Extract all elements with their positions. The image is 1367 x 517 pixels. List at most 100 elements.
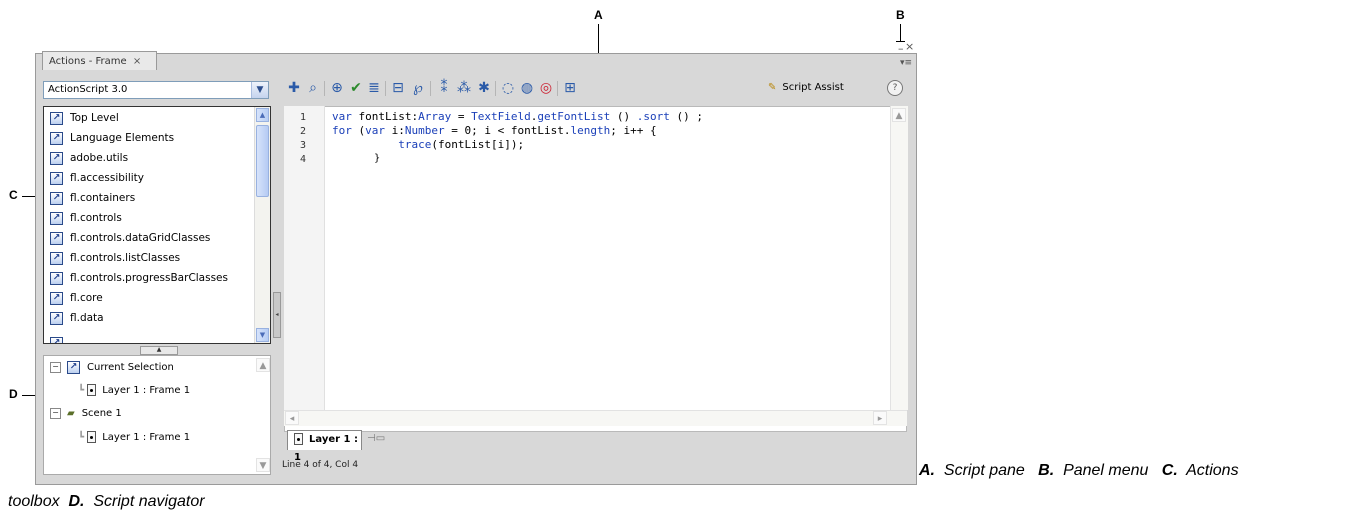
toolbox-item-fl-containers[interactable]: ↗ fl.containers bbox=[50, 188, 135, 208]
remove-comment-icon[interactable]: ◎ bbox=[538, 80, 554, 96]
toolbar-separator bbox=[385, 81, 386, 96]
actions-toolbox[interactable]: ↗ Top Level ↗ Language Elements ↗ adobe.uti… bbox=[43, 106, 271, 344]
toolbox-item-fl-controls-progressbarclasses[interactable]: ↗ fl.controls.progressBarClasses bbox=[50, 268, 228, 288]
line-number: 4 bbox=[300, 154, 307, 165]
package-icon: ↗ bbox=[67, 360, 80, 374]
collapse-between-braces-icon[interactable]: ⁑ bbox=[436, 80, 452, 96]
package-icon: ↗ bbox=[50, 211, 63, 225]
package-icon: ↗ bbox=[50, 311, 63, 325]
figure-caption-line-2: toolbox D. Script navigator bbox=[8, 493, 205, 510]
toolbar-separator bbox=[557, 81, 558, 96]
auto-format-icon[interactable]: ≣ bbox=[366, 80, 382, 96]
target-path-icon[interactable]: ⊕ bbox=[329, 80, 345, 96]
line-number: 1 bbox=[300, 112, 307, 123]
language-select[interactable]: ActionScript 3.0 ▼ bbox=[43, 81, 269, 99]
scene-icon: ▰ bbox=[67, 408, 75, 419]
close-icon[interactable]: × bbox=[905, 41, 914, 52]
toolbox-item-fl-accessibility[interactable]: ↗ fl.accessibility bbox=[50, 168, 144, 188]
toolbar-separator bbox=[495, 81, 496, 96]
panel-tab[interactable]: Actions - Frame × bbox=[42, 51, 157, 70]
script-assist-button[interactable]: ✎ Script Assist bbox=[768, 80, 844, 96]
code-line-1[interactable]: var fontList:Array = TextField.getFontLi… bbox=[332, 110, 703, 124]
script-navigator[interactable]: − ↗ Current Selection ┗ Layer 1 : Frame 1 … bbox=[43, 355, 271, 475]
package-icon: ↗ bbox=[50, 171, 63, 185]
script-horizontal-scrollbar[interactable]: ◂ ▸ bbox=[284, 410, 907, 426]
toolbar-separator bbox=[324, 81, 325, 96]
scroll-left-icon[interactable]: ◂ bbox=[285, 411, 299, 425]
tree-connector: ┗ bbox=[78, 432, 85, 443]
tree-connector: ┗ bbox=[78, 385, 85, 396]
line-number: 2 bbox=[300, 126, 307, 137]
collapse-toolbox-handle[interactable]: ◂ bbox=[273, 292, 281, 338]
panel-menu-icon[interactable]: ▾≡ bbox=[900, 58, 912, 68]
scrollbar-thumb[interactable] bbox=[256, 125, 269, 197]
script-tab-layer-1[interactable]: Layer 1 : 1 bbox=[287, 430, 362, 463]
code-line-3[interactable]: trace(fontList[i]); bbox=[332, 138, 524, 152]
minimize-icon[interactable]: – bbox=[898, 43, 904, 54]
pane-resize-handle[interactable]: ▲ bbox=[140, 346, 178, 355]
toolbox-item-fl-controls-datagridclasses[interactable]: ↗ fl.controls.dataGridClasses bbox=[50, 228, 210, 248]
collapse-selection-icon[interactable]: ⁂ bbox=[456, 80, 472, 96]
scroll-down-icon[interactable]: ▼ bbox=[256, 458, 270, 472]
show-hide-toolbox-icon[interactable]: ⊞ bbox=[562, 80, 578, 96]
toolbox-item-fl-controls-listclasses[interactable]: ↗ fl.controls.listClasses bbox=[50, 248, 180, 268]
package-icon: ↗ bbox=[50, 291, 63, 305]
toolbox-item-fl-controls[interactable]: ↗ fl.controls bbox=[50, 208, 122, 228]
callout-c: C bbox=[9, 188, 18, 202]
package-icon: ↗ bbox=[50, 111, 63, 125]
collapse-icon[interactable]: − bbox=[50, 361, 61, 373]
toolbox-item-adobe-utils[interactable]: ↗ adobe.utils bbox=[50, 148, 128, 168]
toolbox-item-fl-core[interactable]: ↗ fl.core bbox=[50, 288, 103, 308]
scroll-down-icon[interactable]: ▼ bbox=[256, 328, 269, 342]
debug-options-icon[interactable]: ℘ bbox=[410, 80, 426, 96]
toolbar-separator bbox=[430, 81, 431, 96]
collapse-icon[interactable]: − bbox=[50, 407, 61, 419]
script-vertical-scrollbar[interactable]: ▲ bbox=[890, 106, 908, 410]
code-line-2[interactable]: for (var i:Number = 0; i < fontList.leng… bbox=[332, 124, 657, 138]
apply-line-comment-icon[interactable]: ◍ bbox=[519, 80, 535, 96]
apply-block-comment-icon[interactable]: ◌ bbox=[500, 80, 516, 96]
status-bar: Line 4 of 4, Col 4 bbox=[282, 460, 359, 470]
code-hint-icon[interactable]: ⊟ bbox=[390, 80, 406, 96]
frame-icon bbox=[87, 431, 97, 443]
scroll-up-icon[interactable]: ▲ bbox=[256, 108, 269, 122]
add-item-icon[interactable]: ✚ bbox=[286, 80, 302, 96]
callout-a: A bbox=[594, 8, 603, 22]
toolbox-scrollbar[interactable]: ▲ ▼ bbox=[254, 107, 270, 343]
scroll-up-icon[interactable]: ▲ bbox=[256, 358, 270, 372]
callout-d: D bbox=[9, 387, 18, 401]
nav-current-frame[interactable]: ┗ Layer 1 : Frame 1 bbox=[78, 382, 190, 400]
code-line-4[interactable]: } bbox=[332, 152, 380, 166]
scroll-up-icon[interactable]: ▲ bbox=[892, 108, 906, 122]
wand-icon: ✎ bbox=[768, 82, 777, 93]
nav-current-selection[interactable]: − ↗ Current Selection bbox=[50, 359, 174, 377]
toolbox-item-fl-data[interactable]: ↗ fl.data bbox=[50, 308, 104, 328]
toolbox-item-top-level[interactable]: ↗ Top Level bbox=[50, 108, 119, 128]
callout-b-line bbox=[900, 24, 901, 42]
expand-all-icon[interactable]: ✱ bbox=[476, 80, 492, 96]
toolbox-item-partial[interactable]: ↗ bbox=[50, 333, 70, 343]
package-icon: ↗ bbox=[50, 271, 63, 285]
pin-script-icon[interactable]: ⊣▭ bbox=[367, 433, 385, 444]
toolbox-item-language-elements[interactable]: ↗ Language Elements bbox=[50, 128, 174, 148]
package-icon: ↗ bbox=[50, 131, 63, 145]
frame-icon bbox=[87, 384, 97, 396]
panel-tab-label: Actions - Frame bbox=[49, 56, 127, 67]
help-icon[interactable]: ? bbox=[887, 80, 903, 96]
figure-caption-line-1: A. Script pane B. Panel menu C. Actions bbox=[919, 462, 1239, 479]
nav-scene[interactable]: − ▰ Scene 1 bbox=[50, 405, 122, 423]
nav-scene-frame[interactable]: ┗ Layer 1 : Frame 1 bbox=[78, 429, 190, 447]
line-number: 3 bbox=[300, 140, 307, 151]
frame-icon bbox=[294, 433, 303, 445]
find-icon[interactable]: ⌕ bbox=[305, 80, 321, 96]
package-icon: ↗ bbox=[50, 191, 63, 205]
package-icon: ↗ bbox=[50, 231, 63, 245]
package-icon: ↗ bbox=[50, 336, 63, 343]
tab-close-icon[interactable]: × bbox=[133, 56, 141, 67]
check-syntax-icon[interactable]: ✔ bbox=[348, 80, 364, 96]
chevron-down-icon[interactable]: ▼ bbox=[251, 82, 268, 98]
package-icon: ↗ bbox=[50, 151, 63, 165]
package-icon: ↗ bbox=[50, 251, 63, 265]
callout-b: B bbox=[896, 8, 905, 22]
scroll-right-icon[interactable]: ▸ bbox=[873, 411, 887, 425]
